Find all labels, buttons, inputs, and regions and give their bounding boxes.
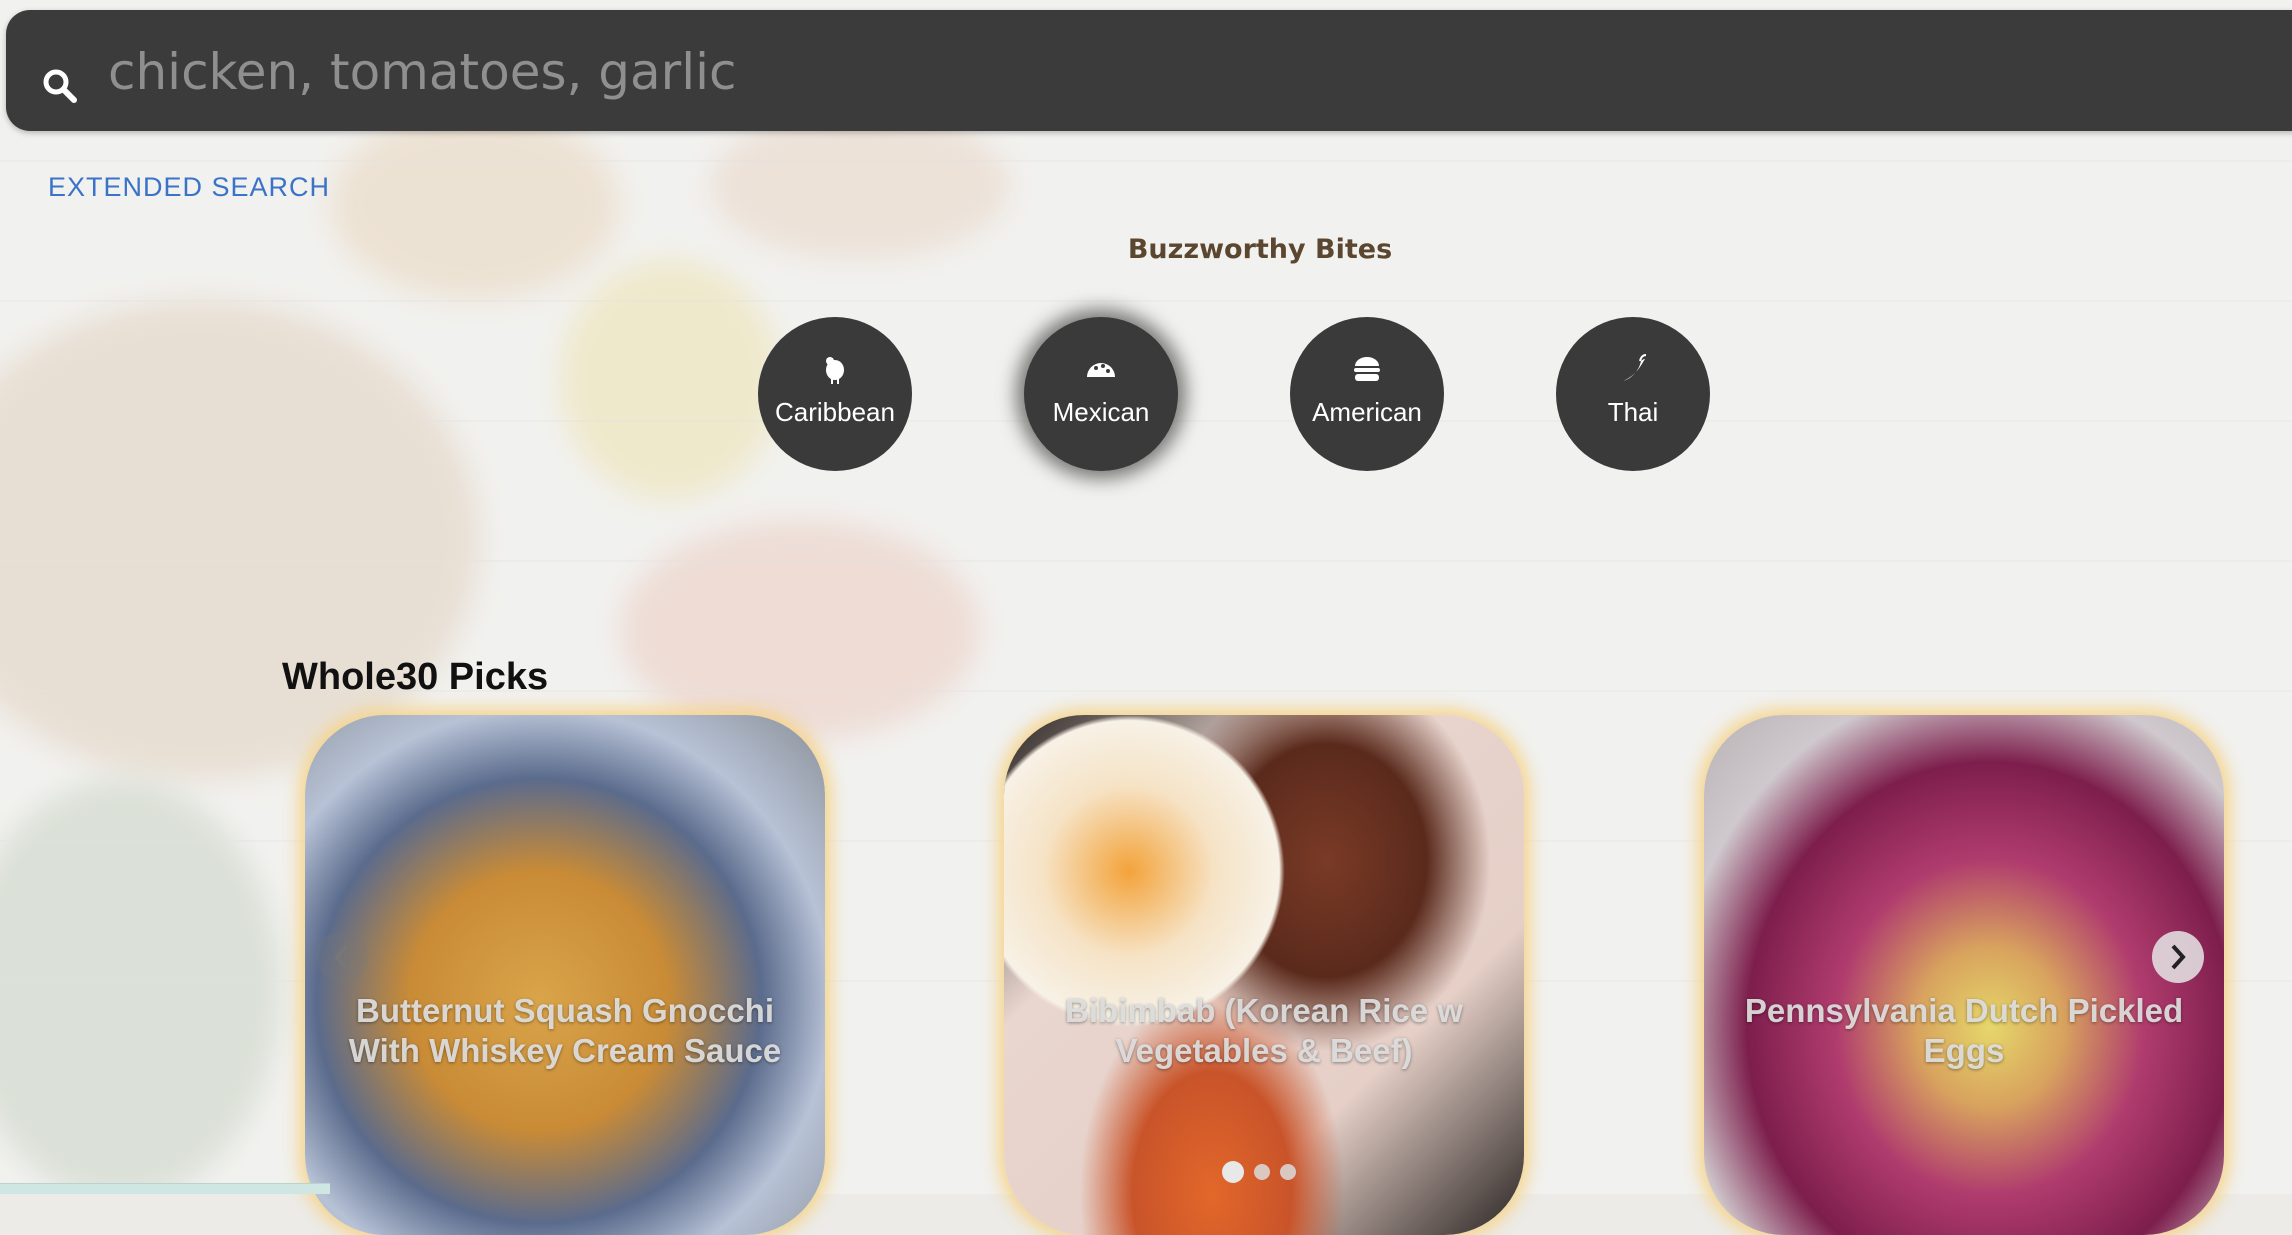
carousel-prev-button[interactable] xyxy=(316,931,368,983)
chevron-left-icon xyxy=(334,944,349,970)
recipe-image xyxy=(305,715,825,1235)
recipe-image xyxy=(1704,715,2224,1235)
pagination-dot[interactable] xyxy=(1222,1161,1244,1183)
cuisine-label: Mexican xyxy=(1052,397,1150,427)
chevron-right-icon xyxy=(2171,944,2186,970)
buzzworthy-bites-title: Buzzworthy Bites xyxy=(1127,234,1393,265)
carousel-next-button[interactable] xyxy=(2152,931,2204,983)
recipe-image xyxy=(1004,715,1524,1235)
pagination-dot[interactable] xyxy=(1280,1164,1296,1180)
chili-pepper-icon xyxy=(1623,354,1647,381)
pagination-dot[interactable] xyxy=(1254,1164,1270,1180)
cuisine-label: Thai xyxy=(1607,397,1659,427)
bottom-strip xyxy=(0,1183,330,1194)
whole30-picks-title: Whole30 Picks xyxy=(282,656,549,698)
extended-search-link[interactable]: EXTENDED SEARCH xyxy=(48,172,330,203)
cuisine-mexican-button[interactable]: Mexican xyxy=(1024,317,1178,471)
search-bar xyxy=(6,10,2292,131)
recipe-card[interactable]: Bibimbab (Korean Rice w Vegetables & Bee… xyxy=(1004,715,1524,1235)
cuisine-caribbean-button[interactable]: Caribbean xyxy=(758,317,912,471)
cuisine-american-button[interactable]: American xyxy=(1290,317,1444,471)
burger-icon xyxy=(1354,357,1380,381)
recipe-title: Butternut Squash Gnocchi With Whiskey Cr… xyxy=(348,992,782,1069)
carousel-pagination xyxy=(1222,1161,1296,1183)
cuisine-label: Caribbean xyxy=(775,397,895,427)
chicken-icon xyxy=(826,357,844,384)
recipe-card[interactable]: Butternut Squash Gnocchi With Whiskey Cr… xyxy=(305,715,825,1235)
search-input[interactable] xyxy=(106,36,2010,108)
cuisine-thai-button[interactable]: Thai xyxy=(1556,317,1710,471)
recipe-title: Pennsylvania Dutch Pickled Eggs xyxy=(1744,992,2184,1069)
recipe-card[interactable]: Pennsylvania Dutch Pickled Eggs xyxy=(1704,715,2224,1235)
taco-icon xyxy=(1087,363,1115,377)
cuisine-label: American xyxy=(1312,397,1422,427)
recipe-title: Bibimbab (Korean Rice w Vegetables & Bee… xyxy=(1065,992,1463,1069)
